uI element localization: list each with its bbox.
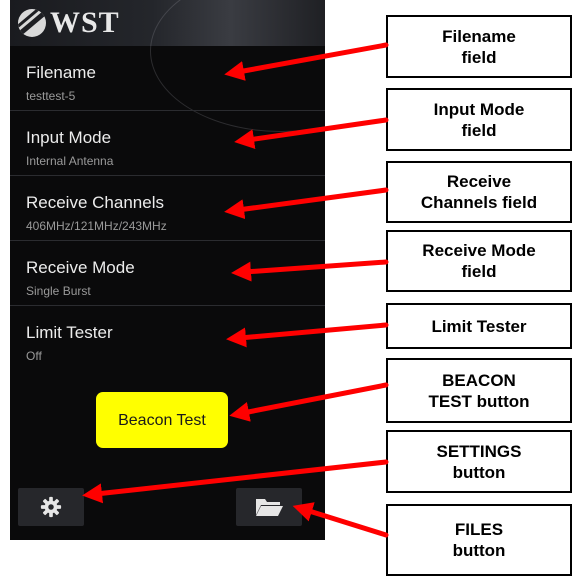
setting-title: Filename (26, 63, 96, 82)
setting-value: Single Burst (26, 284, 91, 298)
beacon-test-button[interactable]: Beacon Test (96, 392, 228, 448)
callout-filename-field: Filename field (386, 15, 572, 78)
wst-logo-icon (18, 9, 46, 37)
wst-logo: WST (18, 6, 120, 40)
setting-title: Receive Channels (26, 193, 164, 212)
callout-files-button: FILES button (386, 504, 572, 576)
settings-button[interactable] (18, 488, 84, 526)
bottom-action-bar (10, 478, 325, 540)
setting-value: testtest-5 (26, 89, 76, 103)
setting-filename[interactable]: Filename testtest-5 (10, 46, 325, 111)
logo-text: WST (50, 6, 120, 39)
app-screen: WST Filename testtest-5 Input Mode Inter… (10, 0, 325, 540)
setting-receive-channels[interactable]: Receive Channels 406MHz/121MHz/243MHz (10, 176, 325, 241)
app-header: WST (10, 0, 325, 132)
files-button[interactable] (236, 488, 302, 526)
setting-value: Off (26, 349, 42, 363)
callout-limit-tester: Limit Tester (386, 303, 572, 349)
setting-value: Internal Antenna (26, 154, 114, 168)
callout-input-mode-field: Input Mode field (386, 88, 572, 151)
callout-beacon-test-button: BEACON TEST button (386, 358, 572, 423)
setting-value: 406MHz/121MHz/243MHz (26, 219, 167, 233)
folder-open-icon (256, 499, 283, 516)
setting-limit-tester[interactable]: Limit Tester Off (10, 306, 325, 370)
setting-receive-mode[interactable]: Receive Mode Single Burst (10, 241, 325, 306)
setting-title: Limit Tester (26, 323, 113, 342)
setting-title: Receive Mode (26, 258, 135, 277)
gear-icon (40, 496, 62, 518)
callout-receive-channels-field: Receive Channels field (386, 161, 572, 223)
setting-title: Input Mode (26, 128, 112, 147)
setting-input-mode[interactable]: Input Mode Internal Antenna (10, 111, 325, 176)
callout-receive-mode-field: Receive Mode field (386, 230, 572, 292)
callout-settings-button: SETTINGS button (386, 430, 572, 493)
